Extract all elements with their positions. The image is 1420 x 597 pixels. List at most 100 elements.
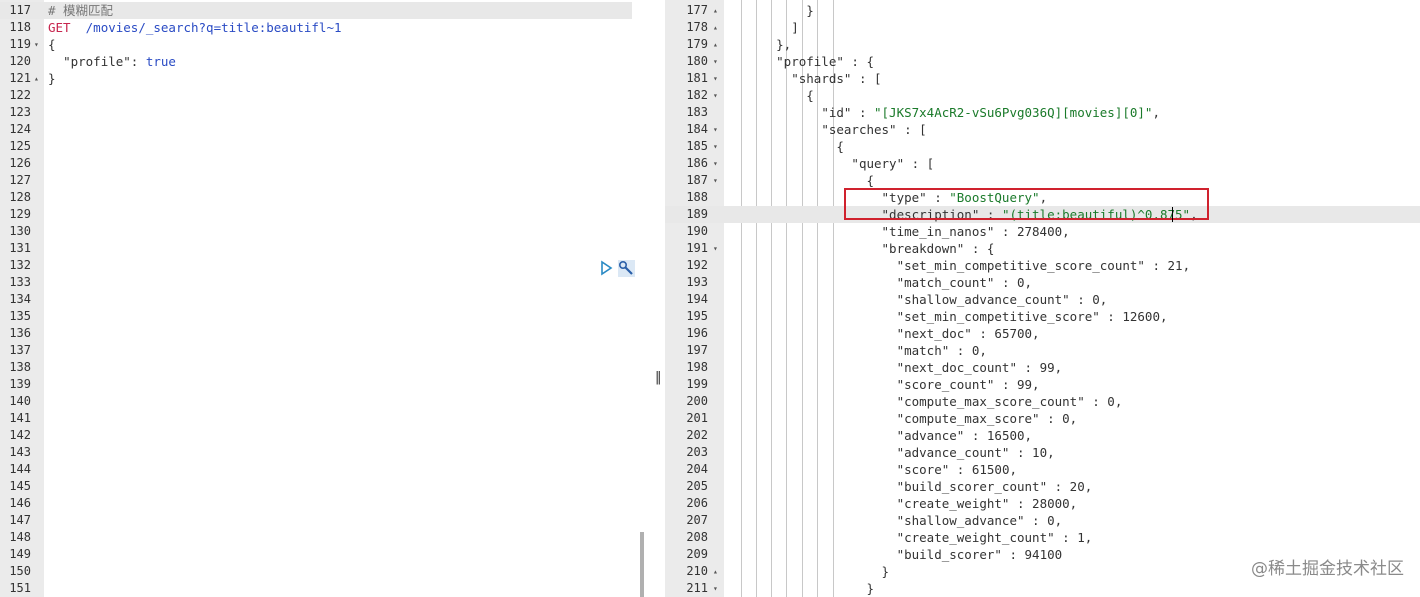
code-line[interactable]: 186 ▾ "query" : [ xyxy=(665,155,1420,172)
code-line[interactable]: 208 "create_weight_count" : 1, xyxy=(665,529,1420,546)
code-line[interactable]: 181 ▾ "shards" : [ xyxy=(665,70,1420,87)
code-line[interactable]: 151 xyxy=(0,580,646,597)
fold-toggle-icon[interactable]: ▴ xyxy=(34,70,39,87)
pane-divider[interactable] xyxy=(646,0,665,597)
code-text: "score" : 61500, xyxy=(896,462,1017,477)
code-line[interactable]: 124 xyxy=(0,121,646,138)
code-line[interactable]: 118 GET /movies/_search?q=title:beautifl~… xyxy=(0,19,646,36)
code-line[interactable]: 184 ▾ "searches" : [ xyxy=(665,121,1420,138)
code-text: "build_scorer_count" : 20, xyxy=(896,479,1093,494)
code-line[interactable]: 119 ▾ { xyxy=(0,36,646,53)
code-line[interactable]: 135 xyxy=(0,308,646,325)
line-number: 146 xyxy=(9,496,31,510)
code-line[interactable]: 148 xyxy=(0,529,646,546)
fold-toggle-icon[interactable]: ▾ xyxy=(713,138,718,155)
fold-toggle-icon[interactable]: ▾ xyxy=(34,36,39,53)
code-line[interactable]: 136 xyxy=(0,325,646,342)
code-line[interactable]: 149 xyxy=(0,546,646,563)
request-editor-scrollbar[interactable] xyxy=(640,532,644,597)
code-line[interactable]: 138 xyxy=(0,359,646,376)
code-line[interactable]: 179 ▴ }, xyxy=(665,36,1420,53)
play-icon[interactable] xyxy=(601,260,613,276)
code-line[interactable]: 180 ▾ "profile" : { xyxy=(665,53,1420,70)
code-line[interactable]: 139 xyxy=(0,376,646,393)
code-line[interactable]: 187 ▾ { xyxy=(665,172,1420,189)
code-line[interactable]: 132 xyxy=(0,257,646,274)
code-line[interactable]: 194 "shallow_advance_count" : 0, xyxy=(665,291,1420,308)
code-line[interactable]: 178 ▴ ] xyxy=(665,19,1420,36)
fold-toggle-icon[interactable]: ▾ xyxy=(713,53,718,70)
code-line[interactable]: 197 "match" : 0, xyxy=(665,342,1420,359)
code-line[interactable]: 195 "set_min_competitive_score" : 12600, xyxy=(665,308,1420,325)
code-line[interactable]: 192 "set_min_competitive_score_count" : … xyxy=(665,257,1420,274)
code-line[interactable]: 126 xyxy=(0,155,646,172)
code-line[interactable]: 211 ▾ } xyxy=(665,580,1420,597)
response-viewer[interactable]: 177 ▴ } 178 ▴ ] 179 ▴ }, 180 ▾ "profile" : {181… xyxy=(665,0,1420,597)
line-number: 143 xyxy=(9,445,31,459)
request-editor[interactable]: 117 # 模糊匹配 118 GET /movies/_search?q=title:… xyxy=(0,0,646,597)
code-line[interactable]: 122 xyxy=(0,87,646,104)
code-line[interactable]: 143 xyxy=(0,444,646,461)
code-line[interactable]: 142 xyxy=(0,427,646,444)
code-line[interactable]: 206 "create_weight" : 28000, xyxy=(665,495,1420,512)
line-number: 210 xyxy=(686,564,708,578)
code-line[interactable]: 120 "profile": true xyxy=(0,53,646,70)
code-line[interactable]: 185 ▾ { xyxy=(665,138,1420,155)
code-line[interactable]: 137 xyxy=(0,342,646,359)
fold-toggle-icon[interactable]: ▾ xyxy=(713,121,718,138)
wrench-icon[interactable] xyxy=(618,260,635,277)
code-line[interactable]: 202 "advance" : 16500, xyxy=(665,427,1420,444)
code-line[interactable]: 130 xyxy=(0,223,646,240)
code-line[interactable]: 133 xyxy=(0,274,646,291)
code-line[interactable]: 199 "score_count" : 99, xyxy=(665,376,1420,393)
fold-toggle-icon[interactable]: ▾ xyxy=(713,70,718,87)
code-line[interactable]: 125 xyxy=(0,138,646,155)
code-line[interactable]: 141 xyxy=(0,410,646,427)
code-line[interactable]: 207 "shallow_advance" : 0, xyxy=(665,512,1420,529)
fold-toggle-icon[interactable]: ▾ xyxy=(713,87,718,104)
line-number: 136 xyxy=(9,326,31,340)
line-number: 195 xyxy=(686,309,708,323)
code-line[interactable]: 204 "score" : 61500, xyxy=(665,461,1420,478)
code-line[interactable]: 127 xyxy=(0,172,646,189)
fold-toggle-icon[interactable]: ▴ xyxy=(713,19,718,36)
code-line[interactable]: 183 "id" : "[JKS7x4AcR2-vSu6Pvg036Q][mov… xyxy=(665,104,1420,121)
code-line[interactable]: 134 xyxy=(0,291,646,308)
code-line[interactable]: 146 xyxy=(0,495,646,512)
code-line[interactable]: 129 xyxy=(0,206,646,223)
code-line[interactable]: 121 ▴} xyxy=(0,70,646,87)
code-line[interactable]: 196 "next_doc" : 65700, xyxy=(665,325,1420,342)
fold-toggle-icon[interactable]: ▴ xyxy=(713,36,718,53)
code-line[interactable]: 145 xyxy=(0,478,646,495)
fold-toggle-icon[interactable]: ▾ xyxy=(713,172,718,189)
code-line[interactable]: 117 # 模糊匹配 xyxy=(0,2,632,19)
line-number: 121 xyxy=(9,71,31,85)
code-line[interactable]: 191 ▾ "breakdown" : { xyxy=(665,240,1420,257)
code-line[interactable]: 193 "match_count" : 0, xyxy=(665,274,1420,291)
code-line[interactable]: 201 "compute_max_score" : 0, xyxy=(665,410,1420,427)
fold-toggle-icon[interactable]: ▾ xyxy=(713,155,718,172)
code-line[interactable]: 131 xyxy=(0,240,646,257)
code-line[interactable]: 123 xyxy=(0,104,646,121)
code-line[interactable]: 182 ▾ { xyxy=(665,87,1420,104)
pane-resize-handle[interactable]: ‖ xyxy=(655,370,662,385)
line-number: 178 xyxy=(686,20,708,34)
code-line[interactable]: 198 "next_doc_count" : 99, xyxy=(665,359,1420,376)
code-line[interactable]: 200 "compute_max_score_count" : 0, xyxy=(665,393,1420,410)
line-number: 197 xyxy=(686,343,708,357)
code-line[interactable]: 203 "advance_count" : 10, xyxy=(665,444,1420,461)
code-line[interactable]: 177 ▴ } xyxy=(665,2,1420,19)
fold-toggle-icon[interactable]: ▴ xyxy=(713,563,718,580)
fold-toggle-icon[interactable]: ▾ xyxy=(713,580,718,597)
code-line[interactable]: 205 "build_scorer_count" : 20, xyxy=(665,478,1420,495)
code-line[interactable]: 190 "time_in_nanos" : 278400, xyxy=(665,223,1420,240)
fold-toggle-icon[interactable]: ▴ xyxy=(713,2,718,19)
line-number: 206 xyxy=(686,496,708,510)
code-line[interactable]: 150 xyxy=(0,563,646,580)
code-line[interactable]: 128 xyxy=(0,189,646,206)
fold-toggle-icon[interactable]: ▾ xyxy=(713,240,718,257)
code-line[interactable]: 144 xyxy=(0,461,646,478)
line-number: 205 xyxy=(686,479,708,493)
code-line[interactable]: 140 xyxy=(0,393,646,410)
code-line[interactable]: 147 xyxy=(0,512,646,529)
